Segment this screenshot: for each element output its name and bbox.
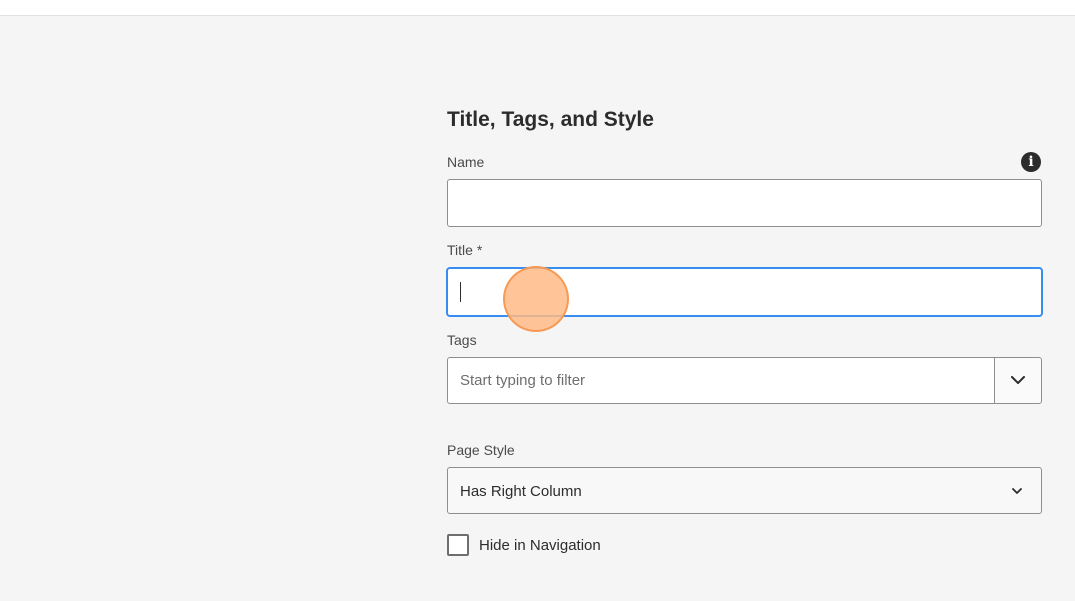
tags-label: Tags — [447, 332, 477, 348]
page-style-select[interactable]: Has Right Column — [447, 467, 1042, 514]
click-indicator — [503, 266, 569, 332]
page-style-label: Page Style — [447, 442, 515, 458]
title-label: Title * — [447, 242, 483, 258]
name-input[interactable] — [447, 179, 1042, 227]
hide-in-navigation-checkbox[interactable] — [447, 534, 469, 556]
hide-in-navigation-row: Hide in Navigation — [447, 534, 747, 558]
section-title: Title, Tags, and Style — [447, 108, 654, 131]
tags-combobox[interactable]: Start typing to filter — [447, 357, 1042, 404]
tags-dropdown-button[interactable] — [994, 358, 1041, 403]
chevron-down-icon — [1012, 488, 1022, 494]
text-caret — [460, 282, 461, 302]
name-label: Name — [447, 154, 485, 170]
hide-in-navigation-label[interactable]: Hide in Navigation — [479, 537, 601, 554]
chevron-down-icon — [1011, 376, 1025, 384]
info-icon[interactable]: i — [1021, 152, 1041, 172]
tags-placeholder: Start typing to filter — [460, 372, 586, 389]
page-style-value: Has Right Column — [460, 483, 582, 500]
top-bar — [0, 0, 1075, 16]
